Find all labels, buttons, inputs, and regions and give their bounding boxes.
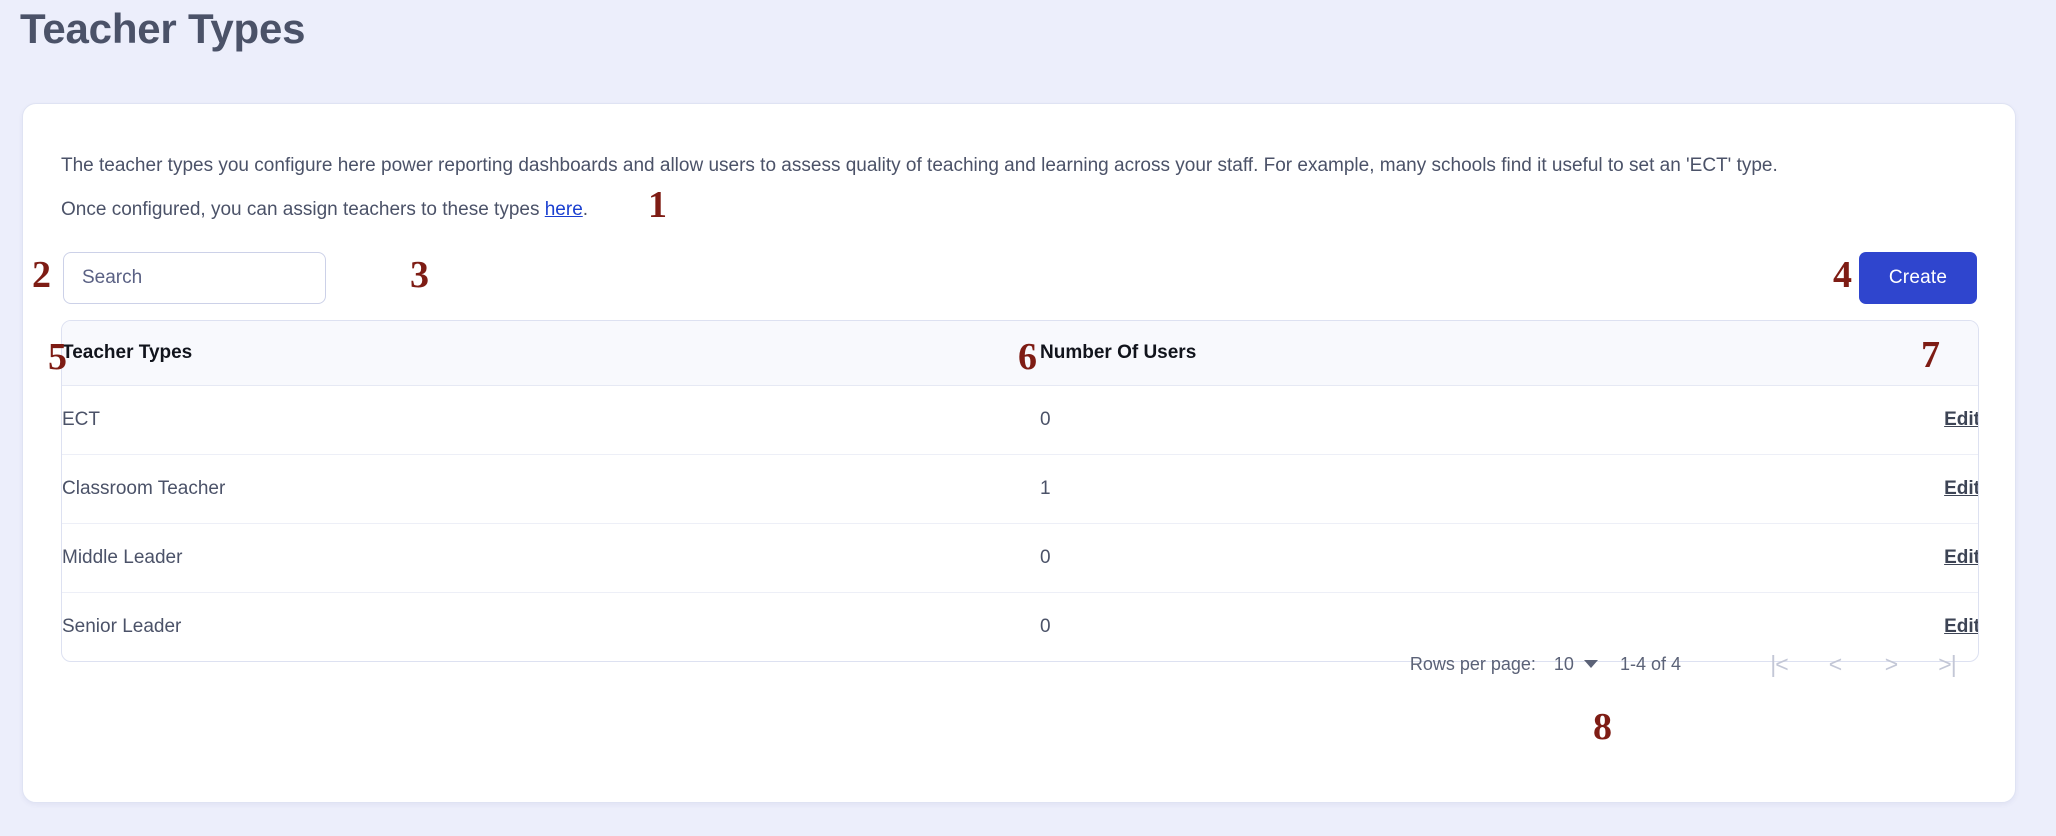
- page-title: Teacher Types: [20, 5, 306, 52]
- edit-link[interactable]: Edit: [1944, 547, 1978, 568]
- edit-link[interactable]: Edit: [1944, 409, 1978, 430]
- table-row: Classroom Teacher 1 Edit: [62, 454, 1978, 524]
- rows-per-page-label: Rows per page:: [1409, 653, 1536, 674]
- cell-action: Edit: [1740, 385, 1978, 455]
- pagination-range-label: 1-4 of 4: [1619, 653, 1681, 674]
- rows-per-page-select[interactable]: 10: [1554, 654, 1598, 675]
- page-root: Teacher Types The teacher types you conf…: [0, 0, 2056, 836]
- annotation-marker-8: 8: [1593, 706, 1612, 748]
- annotation-marker-4: 4: [1833, 254, 1852, 296]
- cell-number-of-users: 0: [1040, 523, 1740, 593]
- intro-line-2: Once configured, you can assign teachers…: [61, 188, 1981, 232]
- annotation-marker-5: 5: [48, 336, 67, 378]
- cell-action: Edit: [1740, 523, 1978, 593]
- last-page-button[interactable]: >|: [1919, 644, 1975, 684]
- cell-teacher-type: ECT: [62, 385, 1040, 455]
- cell-number-of-users: 1: [1040, 454, 1740, 524]
- previous-page-button[interactable]: <: [1807, 644, 1863, 684]
- annotation-marker-7: 7: [1921, 334, 1940, 376]
- next-page-button[interactable]: >: [1863, 644, 1919, 684]
- column-header-teacher-types: Teacher Types: [62, 321, 1040, 386]
- cell-action: Edit: [1740, 454, 1978, 524]
- search-field-group: [63, 252, 326, 304]
- column-header-number-of-users: Number Of Users: [1040, 321, 1740, 386]
- intro-line-2-prefix: Once configured, you can assign teachers…: [61, 199, 545, 220]
- cell-number-of-users: 0: [1040, 385, 1740, 455]
- edit-link[interactable]: Edit: [1944, 616, 1978, 637]
- annotation-marker-2: 2: [32, 254, 51, 296]
- cell-teacher-type: Senior Leader: [62, 615, 182, 637]
- intro-line-1: The teacher types you configure here pow…: [61, 155, 1778, 176]
- table-row: ECT 0 Edit: [62, 385, 1978, 455]
- cell-teacher-type: Classroom Teacher: [62, 454, 1040, 524]
- chevron-down-icon: [1583, 660, 1598, 668]
- cell-teacher-type: Middle Leader: [62, 523, 1040, 593]
- paginator: Rows per page: 10 1-4 of 4 |< < > >|: [1410, 644, 1975, 684]
- table-body: ECT 0 Edit Classroom Teacher 1 Edit Midd…: [62, 385, 1978, 661]
- assign-teachers-here-link[interactable]: here: [545, 199, 583, 220]
- intro-text-block: The teacher types you configure here pow…: [61, 144, 1981, 232]
- annotation-marker-3: 3: [410, 254, 429, 296]
- first-page-button[interactable]: |<: [1751, 644, 1807, 684]
- annotation-marker-1: 1: [648, 184, 667, 226]
- toolbar: Create: [23, 252, 2015, 310]
- intro-line-2-suffix: .: [582, 199, 589, 220]
- column-header-actions: [1740, 321, 1978, 386]
- rows-per-page-value: 10: [1553, 653, 1574, 674]
- edit-link[interactable]: Edit: [1944, 478, 1978, 499]
- search-input[interactable]: [64, 253, 325, 303]
- teacher-types-card: The teacher types you configure here pow…: [22, 103, 2016, 803]
- create-button[interactable]: Create: [1859, 252, 1977, 304]
- annotation-marker-6: 6: [1018, 336, 1037, 378]
- table-row: Middle Leader 0 Edit: [62, 523, 1978, 593]
